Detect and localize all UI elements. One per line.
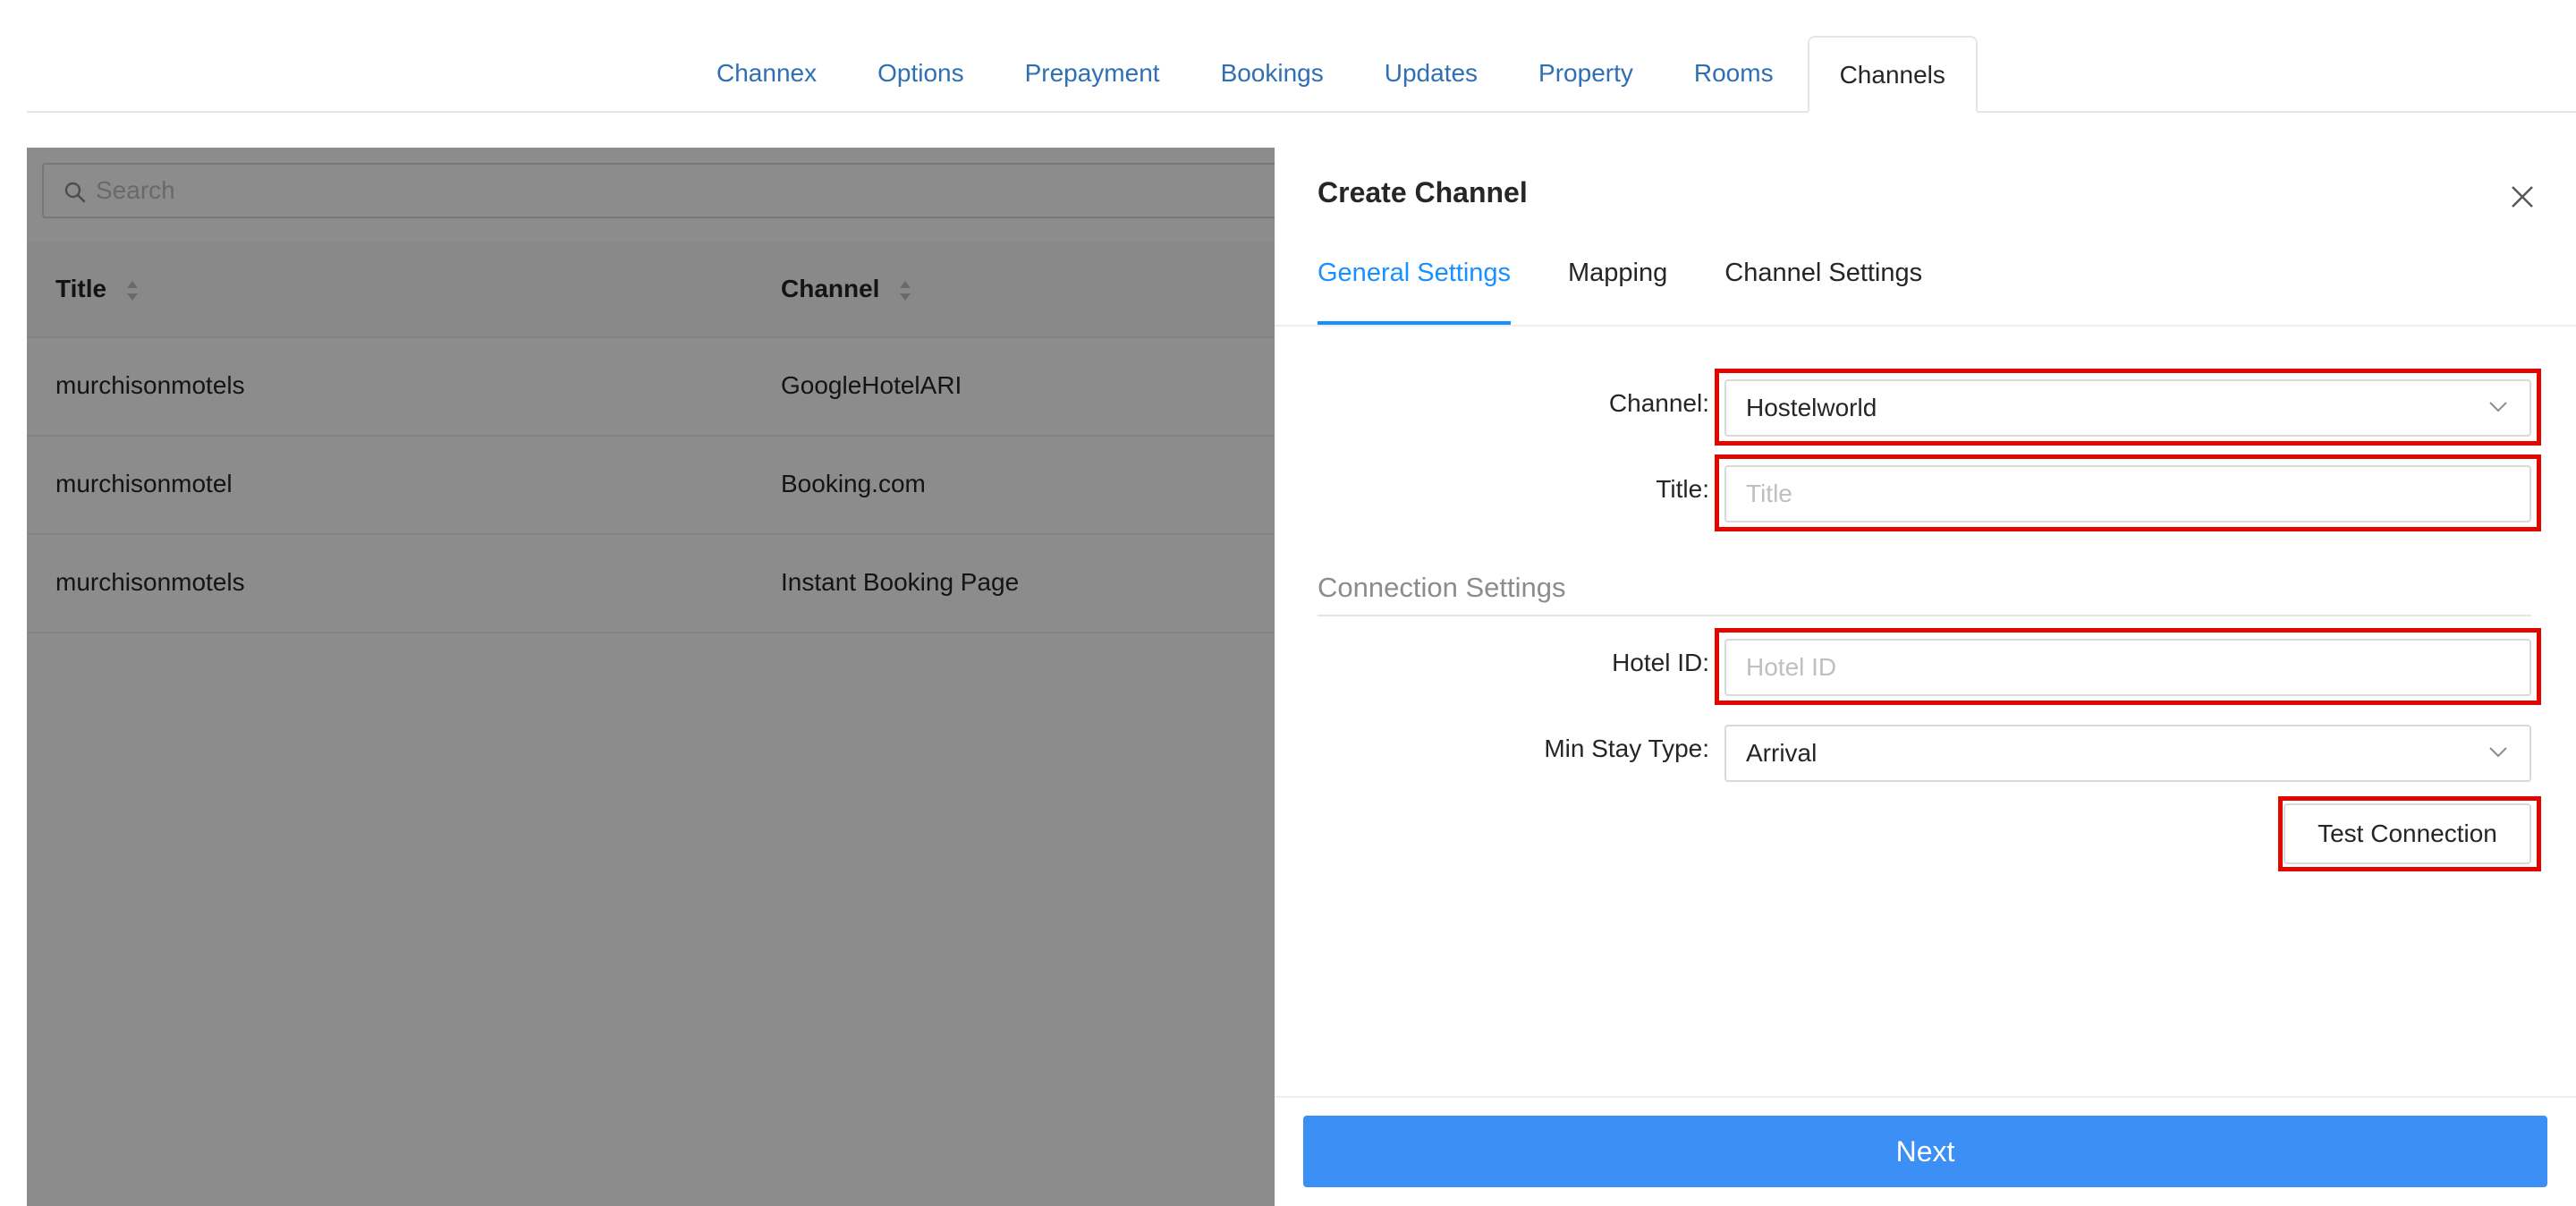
min-stay-type-label: Min Stay Type: — [1544, 735, 1709, 762]
tabs-divider — [1275, 325, 2576, 327]
tab-general-settings[interactable]: General Settings — [1318, 246, 1512, 325]
tab-bookings[interactable]: Bookings — [1191, 36, 1354, 111]
title-field-label: Title: — [1656, 475, 1709, 503]
create-channel-drawer: Create Channel General Settings Mapping … — [1275, 148, 2576, 1206]
channels-list: Search Title Channel murchisonmotels Goo… — [27, 148, 1294, 1206]
channel-field-label: Channel: — [1608, 389, 1709, 417]
drawer-tabs: General Settings Mapping Channel Setting… — [1318, 246, 1979, 325]
tab-prepayment[interactable]: Prepayment — [995, 36, 1191, 111]
tab-channex[interactable]: Channex — [686, 36, 847, 111]
top-tabs: Channex Options Prepayment Bookings Upda… — [686, 36, 1978, 113]
drawer-title: Create Channel — [1318, 176, 1528, 208]
tab-mapping[interactable]: Mapping — [1568, 246, 1667, 325]
min-stay-type-value: Arrival — [1746, 739, 1818, 767]
drawer-mask[interactable] — [27, 148, 1275, 1206]
chevron-down-icon — [2489, 747, 2507, 758]
tab-channels[interactable]: Channels — [1807, 36, 1978, 113]
tab-channel-settings[interactable]: Channel Settings — [1724, 246, 1922, 325]
highlight-channel — [1715, 369, 2541, 446]
min-stay-type-select[interactable]: Arrival — [1724, 725, 2531, 782]
tab-rooms[interactable]: Rooms — [1664, 36, 1804, 111]
top-tab-bar: Channex Options Prepayment Bookings Upda… — [27, 0, 2576, 113]
tab-property[interactable]: Property — [1508, 36, 1664, 111]
next-button[interactable]: Next — [1303, 1116, 2547, 1187]
highlight-hotel-id — [1715, 628, 2541, 705]
connection-settings-heading: Connection Settings — [1318, 572, 2531, 616]
tab-options[interactable]: Options — [847, 36, 995, 111]
close-icon[interactable] — [2509, 183, 2536, 210]
footer-divider — [1275, 1096, 2576, 1098]
highlight-title — [1715, 454, 2541, 531]
hotel-id-field-label: Hotel ID: — [1612, 649, 1709, 676]
tab-updates[interactable]: Updates — [1354, 36, 1508, 111]
highlight-test-connection — [2278, 796, 2541, 871]
